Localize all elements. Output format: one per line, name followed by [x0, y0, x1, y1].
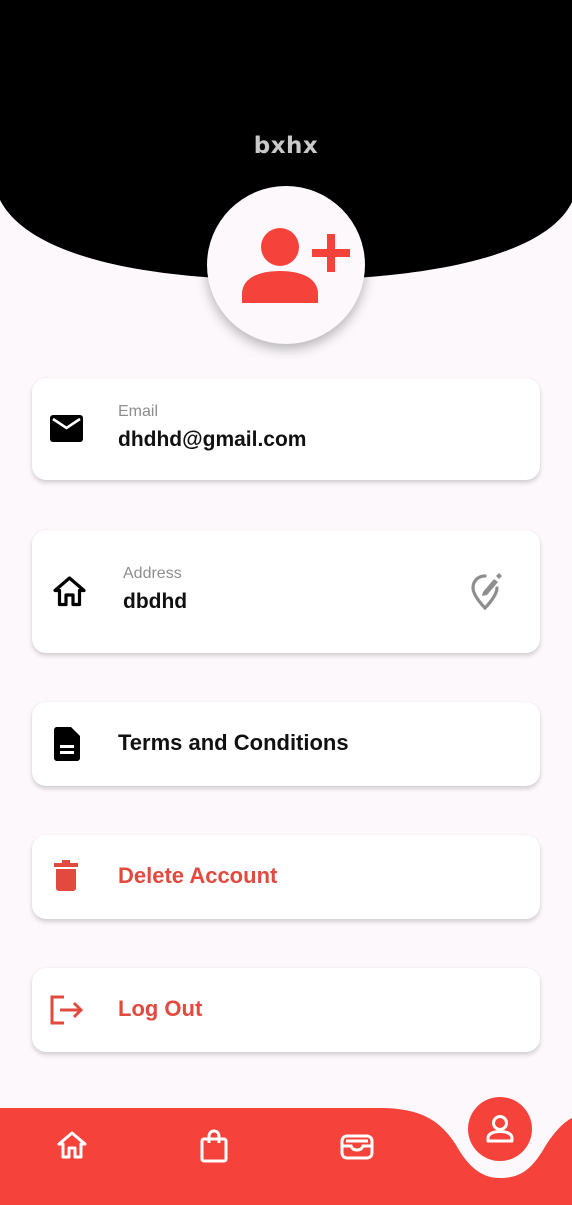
email-card[interactable]: Email dhdhd@gmail.com — [32, 378, 540, 480]
logout-card[interactable]: Log Out — [32, 968, 540, 1052]
nav-home-icon[interactable] — [56, 1130, 88, 1160]
delete-account-label: Delete Account — [118, 863, 278, 888]
add-person-icon — [242, 228, 350, 303]
terms-card[interactable]: Terms and Conditions — [32, 702, 540, 786]
terms-label: Terms and Conditions — [118, 730, 349, 755]
mail-icon — [50, 415, 83, 442]
nav-shopping-bag-icon[interactable] — [200, 1129, 228, 1163]
profile-name: bxhx — [253, 133, 319, 159]
edit-location-icon[interactable] — [470, 570, 506, 612]
profile-icon — [486, 1115, 514, 1143]
address-label: Address — [123, 565, 182, 582]
email-label: Email — [118, 403, 159, 420]
address-value: dbdhd — [123, 590, 188, 613]
delete-account-card[interactable]: Delete Account — [32, 835, 540, 919]
logout-icon — [50, 995, 84, 1025]
nav-wallet-icon[interactable] — [340, 1132, 374, 1160]
email-value: dhdhd@gmail.com — [118, 428, 307, 451]
trash-icon — [54, 860, 78, 891]
logout-label: Log Out — [118, 996, 203, 1021]
home-icon — [53, 576, 86, 607]
document-icon — [54, 727, 80, 761]
add-profile-photo-button[interactable] — [207, 186, 365, 344]
nav-profile-button[interactable] — [468, 1097, 532, 1161]
address-card[interactable]: Address dbdhd — [32, 530, 540, 653]
